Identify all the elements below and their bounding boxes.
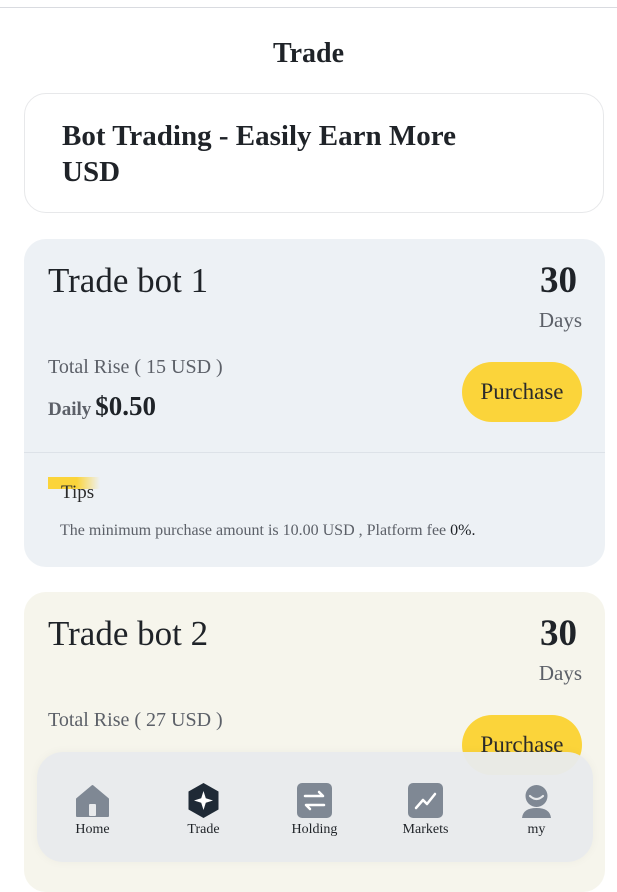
trade-icon [188,783,219,818]
top-divider [0,7,617,8]
bot-total-rise: Total Rise ( 15 USD ) [48,356,223,378]
bot-card: Trade bot 1 30 Days Total Rise ( 15 USD … [24,239,605,567]
bot-days-value: 30 [540,260,577,301]
tips-text-main: The minimum purchase amount is 10.00 USD… [60,522,451,539]
nav-label-my: my [527,822,546,837]
bot-total-rise: Total Rise ( 27 USD ) [48,709,223,731]
bottom-nav: Home Trade Holding Markets my [37,752,593,862]
nav-item-markets[interactable]: Markets [370,752,481,862]
tips-fee: 0%. [450,522,476,539]
nav-item-home[interactable]: Home [37,752,148,862]
home-icon [76,785,109,817]
tips-label: Tips [61,482,95,503]
hero-banner: Bot Trading - Easily Earn More USD [24,93,604,213]
daily-value: $0.50 [95,391,157,421]
purchase-button[interactable]: Purchase [462,362,582,422]
chart-line-icon [408,783,443,818]
nav-label-trade: Trade [187,822,220,837]
exchange-icon [297,783,332,818]
bot-days-label: Days [538,308,582,332]
nav-label-home: Home [75,822,110,837]
nav-item-my[interactable]: my [481,752,592,862]
bot-name: Trade bot 2 [48,614,209,653]
nav-label-markets: Markets [402,822,449,837]
nav-item-trade[interactable]: Trade [148,752,259,862]
daily-label: Daily [48,399,92,420]
tips-text: The minimum purchase amount is 10.00 USD… [60,522,475,540]
user-icon [522,785,551,818]
bot-name: Trade bot 1 [48,261,209,300]
bot-days-value: 30 [540,613,577,654]
page-title: Trade [272,38,345,69]
nav-label-holding: Holding [291,822,338,837]
nav-item-holding[interactable]: Holding [259,752,370,862]
bot-daily: Daily $0.50 [48,391,156,422]
hero-title: Bot Trading - Easily Earn More USD [62,120,456,188]
bot-days-label: Days [538,661,582,685]
card-divider [24,452,605,453]
